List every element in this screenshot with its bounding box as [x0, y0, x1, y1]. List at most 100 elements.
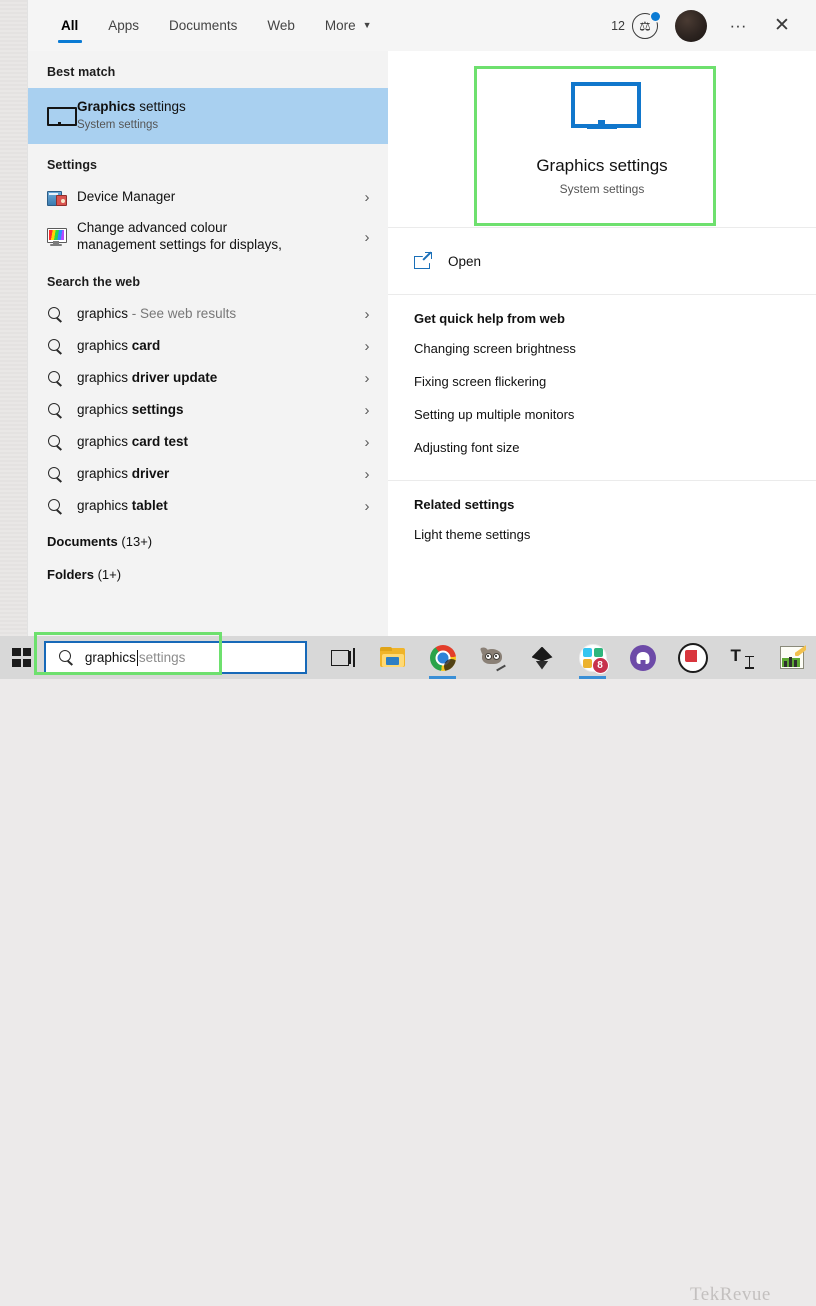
web-suggestion-bold: driver update [131, 369, 218, 385]
web-suggestion-graphics-tablet[interactable]: graphics tablet › [28, 490, 388, 522]
best-match-heading: Best match [47, 65, 116, 79]
taskbar-app-gimp[interactable] [469, 636, 516, 679]
open-button[interactable]: Open [388, 244, 816, 278]
tab-more-label: More [324, 18, 356, 33]
device-manager-icon [47, 189, 77, 206]
taskbar: graphics settings 8 T TekRevue [0, 636, 816, 1305]
related-link-light-theme[interactable]: Light theme settings [388, 518, 816, 551]
category-folders[interactable]: Folders (1+) [28, 555, 388, 588]
best-match-title-bold: Graphics [77, 99, 136, 115]
result-colour-management[interactable]: Change advanced colour management settin… [28, 213, 388, 261]
gimp-icon [479, 645, 506, 671]
taskbar-app-slack[interactable]: 8 [569, 636, 616, 679]
web-suggestion-graphics-card[interactable]: graphics card › [28, 330, 388, 362]
search-icon [58, 649, 75, 666]
quick-help-link-multiple-monitors[interactable]: Setting up multiple monitors [388, 398, 816, 431]
text-cursor-icon: T [731, 647, 755, 669]
related-settings-heading: Related settings [414, 497, 515, 512]
close-button[interactable]: ✕ [762, 6, 802, 46]
category-documents[interactable]: Documents (13+) [28, 522, 388, 555]
quick-help-section: Get quick help from web Changing screen … [388, 295, 816, 480]
notification-dot-icon [651, 11, 660, 21]
search-icon [47, 402, 77, 419]
screen: All Apps Documents Web More ▼ 12 ⚖ ··· ✕… [0, 0, 816, 1305]
search-suggestion-suffix: settings [138, 650, 186, 665]
open-action-section: Open [388, 228, 816, 294]
watermark: TekRevue [690, 1284, 771, 1305]
tab-all-label: All [61, 18, 79, 33]
chevron-right-icon: › [364, 337, 370, 355]
web-suggestion-graphics-settings[interactable]: graphics settings › [28, 394, 388, 426]
taskbar-app-mastodon[interactable] [619, 636, 666, 679]
web-suggestion-prefix: graphics [77, 497, 132, 513]
web-suggestion-text: graphics settings [77, 402, 358, 419]
results-list: Best match Graphics settings System sett… [28, 51, 388, 636]
tab-documents-label: Documents [169, 18, 238, 33]
taskbar-app-notepad-chart[interactable] [769, 636, 816, 679]
category-documents-count: (13+) [117, 534, 153, 549]
web-suggestion-prefix: graphics [77, 337, 132, 353]
rewards-count: 12 [611, 18, 625, 33]
tab-documents[interactable]: Documents [154, 0, 252, 51]
rewards-trophy-icon: ⚖ [632, 11, 660, 39]
taskbar-app-chrome[interactable] [419, 636, 466, 679]
search-the-web-heading: Search the web [47, 275, 141, 289]
task-view-icon [330, 648, 355, 667]
chevron-right-icon: › [364, 433, 370, 451]
taskbar-app-red-app[interactable] [669, 636, 716, 679]
chrome-icon [429, 644, 456, 671]
taskbar-app-file-explorer[interactable] [369, 636, 416, 679]
web-suggestion-prefix: graphics [77, 465, 132, 481]
tab-all[interactable]: All [46, 0, 93, 51]
best-match-text: Graphics settings System settings [77, 99, 376, 132]
web-suggestion-see-results[interactable]: graphics - See web results › [28, 298, 388, 330]
start-button[interactable] [0, 636, 44, 679]
tab-apps-label: Apps [108, 18, 140, 33]
chevron-down-icon: ▼ [362, 20, 372, 30]
result-best-match-graphics-settings[interactable]: Graphics settings System settings [28, 88, 388, 144]
taskbar-app-inkscape[interactable] [519, 636, 566, 679]
task-view-button[interactable] [319, 636, 366, 679]
rewards-button[interactable]: 12 ⚖ [605, 11, 664, 39]
search-icon [47, 498, 77, 515]
quick-help-link-flickering[interactable]: Fixing screen flickering [388, 365, 816, 398]
tab-web[interactable]: Web [252, 0, 310, 51]
web-suggestion-graphics-driver-update[interactable]: graphics driver update › [28, 362, 388, 394]
web-suggestion-graphics-card-test[interactable]: graphics card test › [28, 426, 388, 458]
chevron-right-icon: › [364, 401, 370, 419]
notepad-chart-icon [780, 645, 806, 669]
device-manager-label: Device Manager [77, 188, 176, 204]
tab-list: All Apps Documents Web More ▼ [28, 0, 387, 51]
web-suggestion-bold: tablet [131, 497, 168, 513]
text-caret [136, 649, 138, 666]
web-suggestion-prefix: graphics [77, 433, 132, 449]
tab-apps[interactable]: Apps [93, 0, 154, 51]
search-icon [47, 338, 77, 355]
web-suggestion-bold: driver [131, 465, 170, 481]
taskbar-search-input[interactable]: graphics settings [43, 641, 307, 674]
web-suggestion-graphics-driver[interactable]: graphics driver › [28, 458, 388, 490]
preview-card[interactable]: Graphics settings System settings [388, 51, 816, 227]
chevron-right-icon: › [364, 465, 370, 483]
preview-subtitle: System settings [559, 182, 645, 196]
search-icon [47, 434, 77, 451]
category-documents-name: Documents [47, 534, 118, 549]
web-suggestion-bold: card test [131, 433, 189, 449]
quick-help-link-font-size[interactable]: Adjusting font size [388, 431, 816, 464]
web-suggestion-text: graphics card [77, 338, 358, 355]
quick-help-link-brightness[interactable]: Changing screen brightness [388, 332, 816, 365]
avatar[interactable] [675, 9, 707, 42]
web-suggestion-text: graphics tablet [77, 498, 358, 515]
tab-more[interactable]: More ▼ [310, 0, 387, 51]
monitor-icon [47, 106, 77, 126]
web-suggestion-bold: card [131, 337, 161, 353]
more-options-button[interactable]: ··· [718, 6, 758, 46]
web-suggestion-text: graphics driver update [77, 370, 358, 387]
web-suggestion-prefix: graphics [77, 401, 132, 417]
windows-start-icon [12, 648, 32, 667]
colour-management-line2: management settings for displays, [77, 237, 282, 252]
mastodon-icon [629, 644, 656, 671]
result-device-manager[interactable]: Device Manager › [28, 181, 388, 213]
taskbar-app-text-tool[interactable]: T [719, 636, 766, 679]
open-external-icon [414, 251, 444, 270]
